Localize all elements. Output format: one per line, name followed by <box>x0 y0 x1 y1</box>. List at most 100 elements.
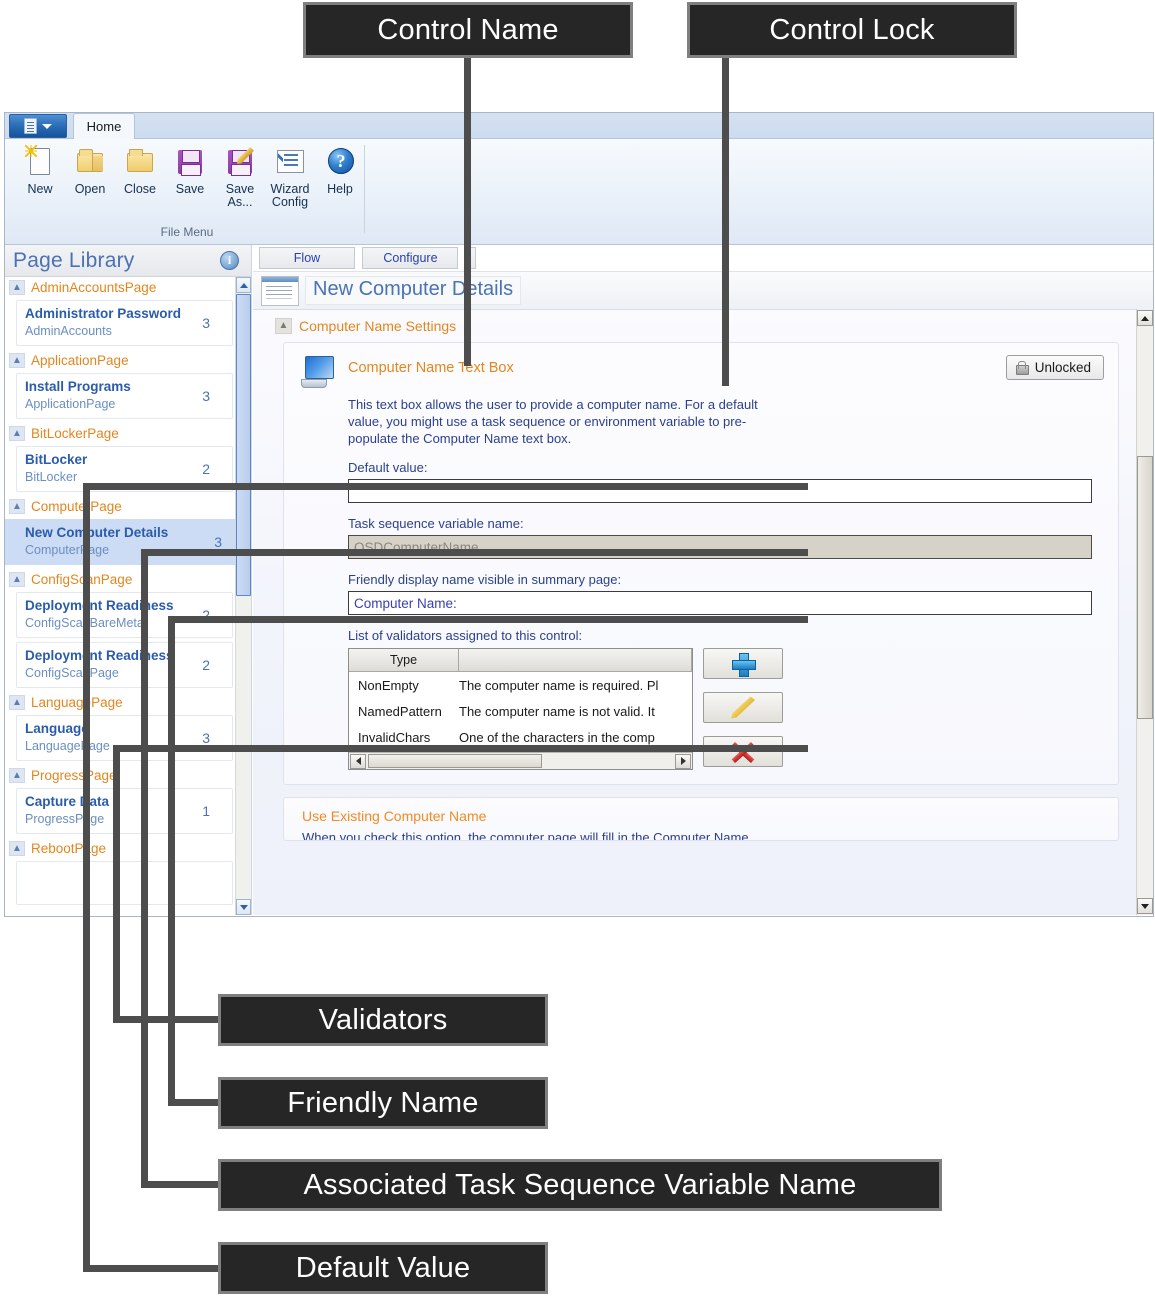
table-header-row: Type <box>349 649 692 672</box>
sidebar-group-rebootpage[interactable]: ▲ RebootPage <box>5 838 251 859</box>
leader-tsvar-v <box>141 549 148 1182</box>
leader-validators-h2 <box>113 1016 225 1023</box>
validator-type: InvalidChars <box>349 730 459 745</box>
leader-default-value-v <box>83 483 90 1268</box>
sidebar-header: Page Library i <box>5 245 251 277</box>
office-menu-button[interactable] <box>9 114 67 138</box>
edit-validator-button[interactable] <box>703 692 783 723</box>
list-item-subtitle: ProgressPage <box>25 811 224 827</box>
ribbon-button-save[interactable]: Save <box>165 141 215 196</box>
sidebar-scrollbar[interactable] <box>235 277 251 915</box>
plus-icon <box>732 653 754 675</box>
sidebar-item-deployment-readiness[interactable]: Deployment Readiness ConfigScanPage 2 <box>16 642 233 688</box>
scroll-left-arrow-icon[interactable] <box>350 754 366 769</box>
callout-control-lock: Control Lock <box>687 2 1017 58</box>
tab-configure[interactable]: Configure <box>362 247 458 269</box>
ribbon-button-wizard-config[interactable]: Wizard Config <box>265 141 315 209</box>
table-row[interactable]: NamedPattern The computer name is not va… <box>349 698 692 724</box>
use-existing-computer-name-card: Use Existing Computer Name When you chec… <box>283 797 1119 841</box>
tab-configure-label: Configure <box>383 251 437 265</box>
list-item-count: 3 <box>202 315 210 331</box>
sidebar-group-label: ApplicationPage <box>31 353 129 368</box>
validator-button-group <box>703 648 783 780</box>
validator-message: The computer name is required. Pl <box>459 678 692 693</box>
content-scroll-thumb[interactable] <box>1137 456 1153 719</box>
scroll-right-arrow-icon[interactable] <box>675 754 691 769</box>
sidebar-group-label: ComputerPage <box>31 499 122 514</box>
validators-horizontal-scrollbar[interactable] <box>349 752 692 769</box>
callout-label: Default Value <box>296 1252 471 1285</box>
sidebar-group-label: ProgressPage <box>31 768 117 783</box>
list-item-count: 2 <box>202 657 210 673</box>
ribbon-group-file-menu: New Open Close <box>9 141 365 241</box>
leader-validators-h1 <box>113 745 808 752</box>
application-window: Home New Open <box>4 112 1154 917</box>
page-title: New Computer Details <box>305 276 521 305</box>
ribbon-button-new[interactable]: New <box>15 141 65 196</box>
chevron-up-icon: ▲ <box>9 499 25 514</box>
ribbon-button-close[interactable]: Close <box>115 141 165 196</box>
column-header-type[interactable]: Type <box>349 649 459 672</box>
friendly-name-input[interactable]: Computer Name: <box>348 591 1092 615</box>
validators-scroll-thumb[interactable] <box>368 754 542 768</box>
sidebar-item-language[interactable]: Language LanguagePage 3 <box>16 715 233 761</box>
sidebar-group-progresspage[interactable]: ▲ ProgressPage <box>5 765 251 786</box>
ribbon-button-wizard-config-label: Wizard Config <box>271 183 310 209</box>
section-computer-name-settings[interactable]: ▲ Computer Name Settings <box>253 310 1153 340</box>
scroll-down-arrow-icon[interactable] <box>236 899 251 915</box>
ribbon-button-save-as[interactable]: Save As... <box>215 141 265 209</box>
page-thumbnail-icon <box>261 276 299 306</box>
sidebar-item-deployment-readiness-baremetal[interactable]: Deployment Readiness ConfigScanBareMetal… <box>16 592 233 638</box>
chevron-up-icon: ▲ <box>9 353 25 368</box>
chevron-down-icon <box>42 124 52 129</box>
sidebar-group-languagepage[interactable]: ▲ LanguagePage <box>5 692 251 713</box>
scroll-up-arrow-icon[interactable] <box>1137 310 1153 326</box>
list-item-count: 1 <box>202 803 210 819</box>
content-scrollbar[interactable] <box>1136 309 1153 915</box>
add-validator-button[interactable] <box>703 648 783 679</box>
sidebar-group-label: LanguagePage <box>31 695 123 710</box>
ribbon-tab-strip: Home <box>5 113 1153 139</box>
scroll-up-arrow-icon[interactable] <box>236 277 251 293</box>
sidebar-group-configscanpage[interactable]: ▲ ConfigScanPage <box>5 569 251 590</box>
scroll-down-arrow-icon[interactable] <box>1137 898 1153 914</box>
floppy-disk-pencil-icon <box>223 145 257 179</box>
sidebar-group-bitlockerpage[interactable]: ▲ BitLockerPage <box>5 423 251 444</box>
padlock-icon <box>1015 361 1028 375</box>
leader-tsvar-h2 <box>141 1181 225 1188</box>
callout-task-sequence-variable-name: Associated Task Sequence Variable Name <box>218 1159 942 1211</box>
closed-folder-icon <box>123 145 157 179</box>
sidebar-item-capture-data[interactable]: Capture Data ProgressPage 1 <box>16 788 233 834</box>
tab-home[interactable]: Home <box>73 113 135 139</box>
sidebar-group-adminaccountspage[interactable]: ▲ AdminAccountsPage <box>5 277 251 298</box>
page-library-list[interactable]: ▲ AdminAccountsPage Administrator Passwo… <box>5 277 251 915</box>
sidebar-item-new-computer-details[interactable]: New Computer Details ComputerPage 3 <box>5 519 251 565</box>
leader-validators-v <box>113 745 120 1017</box>
list-item-title: Administrator Password <box>25 306 224 322</box>
leader-tsvar-h1 <box>141 549 808 556</box>
sidebar-group-label: ConfigScanPage <box>31 572 132 587</box>
tab-flow[interactable]: Flow <box>259 247 355 269</box>
ribbon-group-title: File Menu <box>9 225 365 239</box>
validator-message: The computer name is not valid. It <box>459 704 692 719</box>
chevron-up-icon: ▲ <box>9 768 25 783</box>
callout-label: Associated Task Sequence Variable Name <box>303 1169 856 1202</box>
task-sequence-variable-label: Task sequence variable name: <box>348 516 1104 531</box>
table-row[interactable]: NonEmpty The computer name is required. … <box>349 672 692 698</box>
sidebar-group-computerpage[interactable]: ▲ ComputerPage <box>5 496 251 517</box>
sidebar-item-install-programs[interactable]: Install Programs ApplicationPage 3 <box>16 373 233 419</box>
information-icon[interactable]: i <box>220 251 239 270</box>
sidebar-item-rebootpage-partial[interactable] <box>16 861 233 905</box>
default-value-label: Default value: <box>348 460 1104 475</box>
tab-home-label: Home <box>87 119 122 134</box>
control-lock-button[interactable]: Unlocked <box>1006 355 1104 380</box>
column-header-message[interactable] <box>459 649 692 672</box>
list-item-title: Language <box>25 721 224 737</box>
sidebar-group-applicationpage[interactable]: ▲ ApplicationPage <box>5 350 251 371</box>
content-area: Flow Configure New Computer Details ▲ Co… <box>253 245 1153 915</box>
sidebar-item-administrator-password[interactable]: Administrator Password AdminAccounts 3 <box>16 300 233 346</box>
floppy-disk-icon <box>173 145 207 179</box>
ribbon-button-help[interactable]: ? Help <box>315 141 365 196</box>
list-item-count: 3 <box>202 730 210 746</box>
ribbon-button-open[interactable]: Open <box>65 141 115 196</box>
